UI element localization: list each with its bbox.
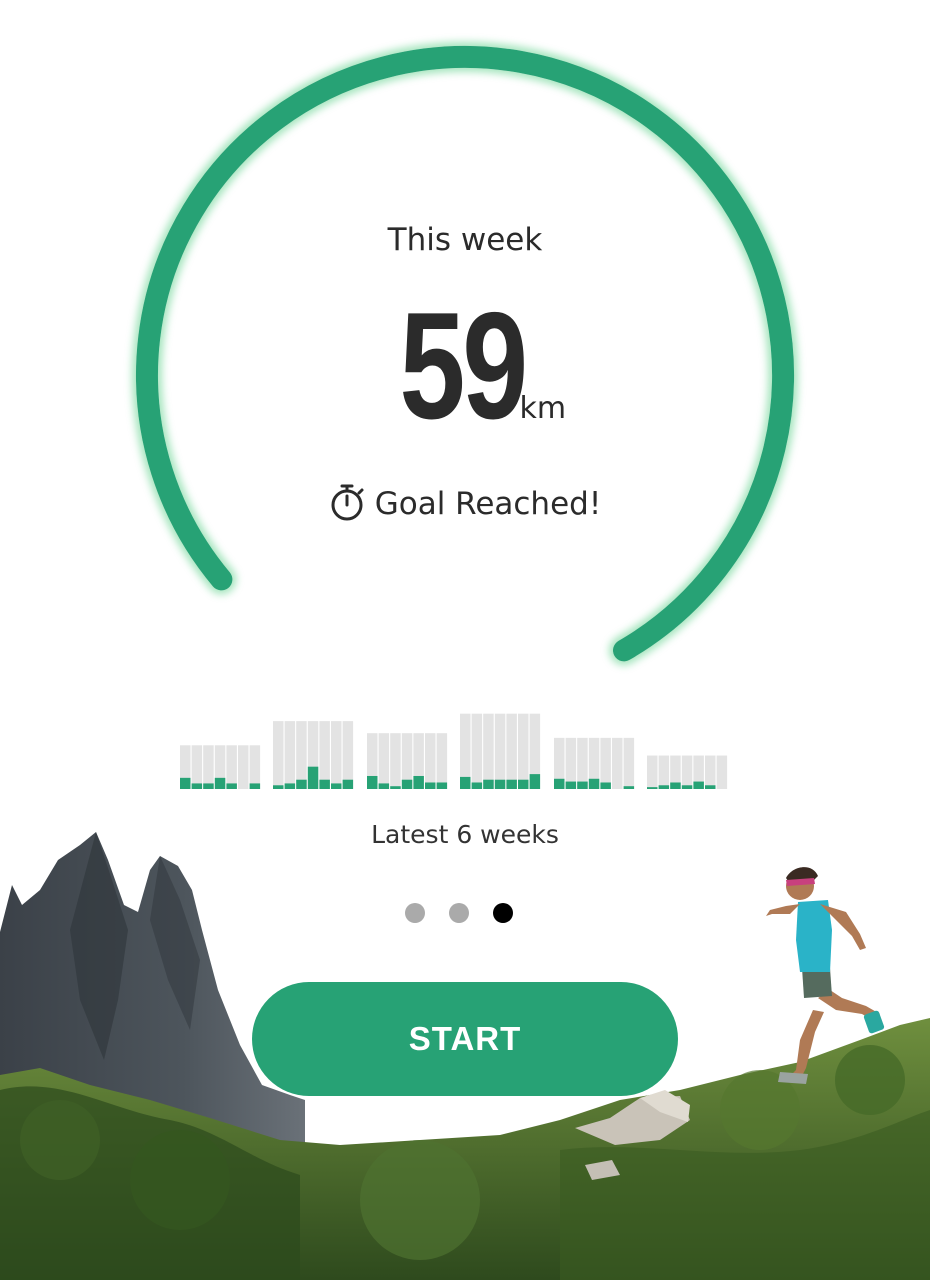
day-distance-bar (518, 779, 529, 789)
day-distance-bar (693, 781, 704, 789)
day-distance-bar (577, 781, 588, 789)
day-goal-track (191, 745, 203, 789)
day-distance-bar (342, 779, 354, 789)
day-goal-track (518, 713, 529, 789)
day-distance-bar (483, 779, 494, 789)
day-goal-track (284, 721, 296, 789)
day-goal-track (705, 755, 716, 789)
day-distance-bar (565, 781, 577, 789)
week-group-4 (460, 713, 541, 789)
week-group-1 (180, 745, 261, 789)
day-goal-track (296, 721, 307, 789)
day-distance-bar (471, 782, 483, 789)
day-goal-track (425, 733, 436, 789)
week-group-5 (554, 737, 635, 789)
day-distance-bar (331, 783, 342, 789)
day-distance-bar (307, 766, 319, 789)
day-goal-track (681, 755, 693, 789)
day-distance-bar (681, 785, 693, 789)
start-button[interactable]: START (252, 982, 678, 1096)
day-distance-bar (623, 786, 635, 789)
day-goal-track (226, 745, 237, 789)
day-goal-track (565, 737, 577, 789)
day-distance-bar (588, 778, 600, 789)
page-dot-2[interactable] (449, 903, 469, 923)
day-goal-track (436, 733, 448, 789)
day-goal-track (623, 737, 635, 789)
day-goal-track (483, 713, 494, 789)
day-distance-bar (249, 783, 261, 789)
day-goal-track (238, 745, 249, 789)
day-goal-track (658, 755, 670, 789)
day-distance-bar (600, 782, 611, 789)
history-caption: Latest 6 weeks (371, 820, 559, 849)
day-distance-bar (226, 783, 237, 789)
day-goal-track (273, 721, 284, 789)
day-distance-bar (554, 778, 565, 789)
day-distance-bar (460, 776, 471, 789)
day-distance-bar (670, 782, 681, 789)
day-goal-track (600, 737, 611, 789)
day-goal-track (319, 721, 330, 789)
day-distance-bar (705, 785, 716, 789)
day-distance-bar (273, 785, 284, 789)
day-distance-bar (367, 775, 378, 789)
day-distance-bar (425, 782, 436, 789)
day-goal-track (716, 755, 728, 789)
day-distance-bar (284, 783, 296, 789)
day-distance-bar (180, 777, 191, 789)
week-group-6 (647, 755, 728, 789)
day-goal-track (647, 755, 658, 789)
day-goal-track (390, 733, 401, 789)
day-goal-track (577, 737, 588, 789)
week-group-3 (367, 733, 448, 789)
day-distance-bar (647, 787, 658, 789)
day-distance-bar (319, 779, 330, 789)
page-dot-3[interactable] (493, 903, 513, 923)
day-distance-bar (191, 783, 203, 789)
day-distance-bar (214, 777, 226, 789)
day-goal-track (342, 721, 354, 789)
day-distance-bar (378, 783, 390, 789)
day-goal-track (506, 713, 517, 789)
day-distance-bar (296, 779, 307, 789)
day-distance-bar (390, 786, 401, 789)
day-goal-track (378, 733, 390, 789)
day-distance-bar (494, 779, 506, 789)
day-distance-bar (203, 783, 214, 789)
page-indicator (405, 903, 513, 923)
page-dot-1[interactable] (405, 903, 425, 923)
week-group-2 (273, 721, 354, 789)
day-goal-track (331, 721, 342, 789)
day-goal-track (612, 737, 623, 789)
day-goal-track (203, 745, 214, 789)
day-goal-track (471, 713, 483, 789)
day-distance-bar (658, 785, 670, 789)
weekly-history-chart (180, 713, 728, 789)
day-distance-bar (506, 779, 517, 789)
day-goal-track (249, 745, 261, 789)
day-distance-bar (401, 779, 413, 789)
day-distance-bar (529, 774, 541, 789)
day-goal-track (494, 713, 506, 789)
day-distance-bar (436, 782, 448, 789)
day-distance-bar (413, 775, 424, 789)
